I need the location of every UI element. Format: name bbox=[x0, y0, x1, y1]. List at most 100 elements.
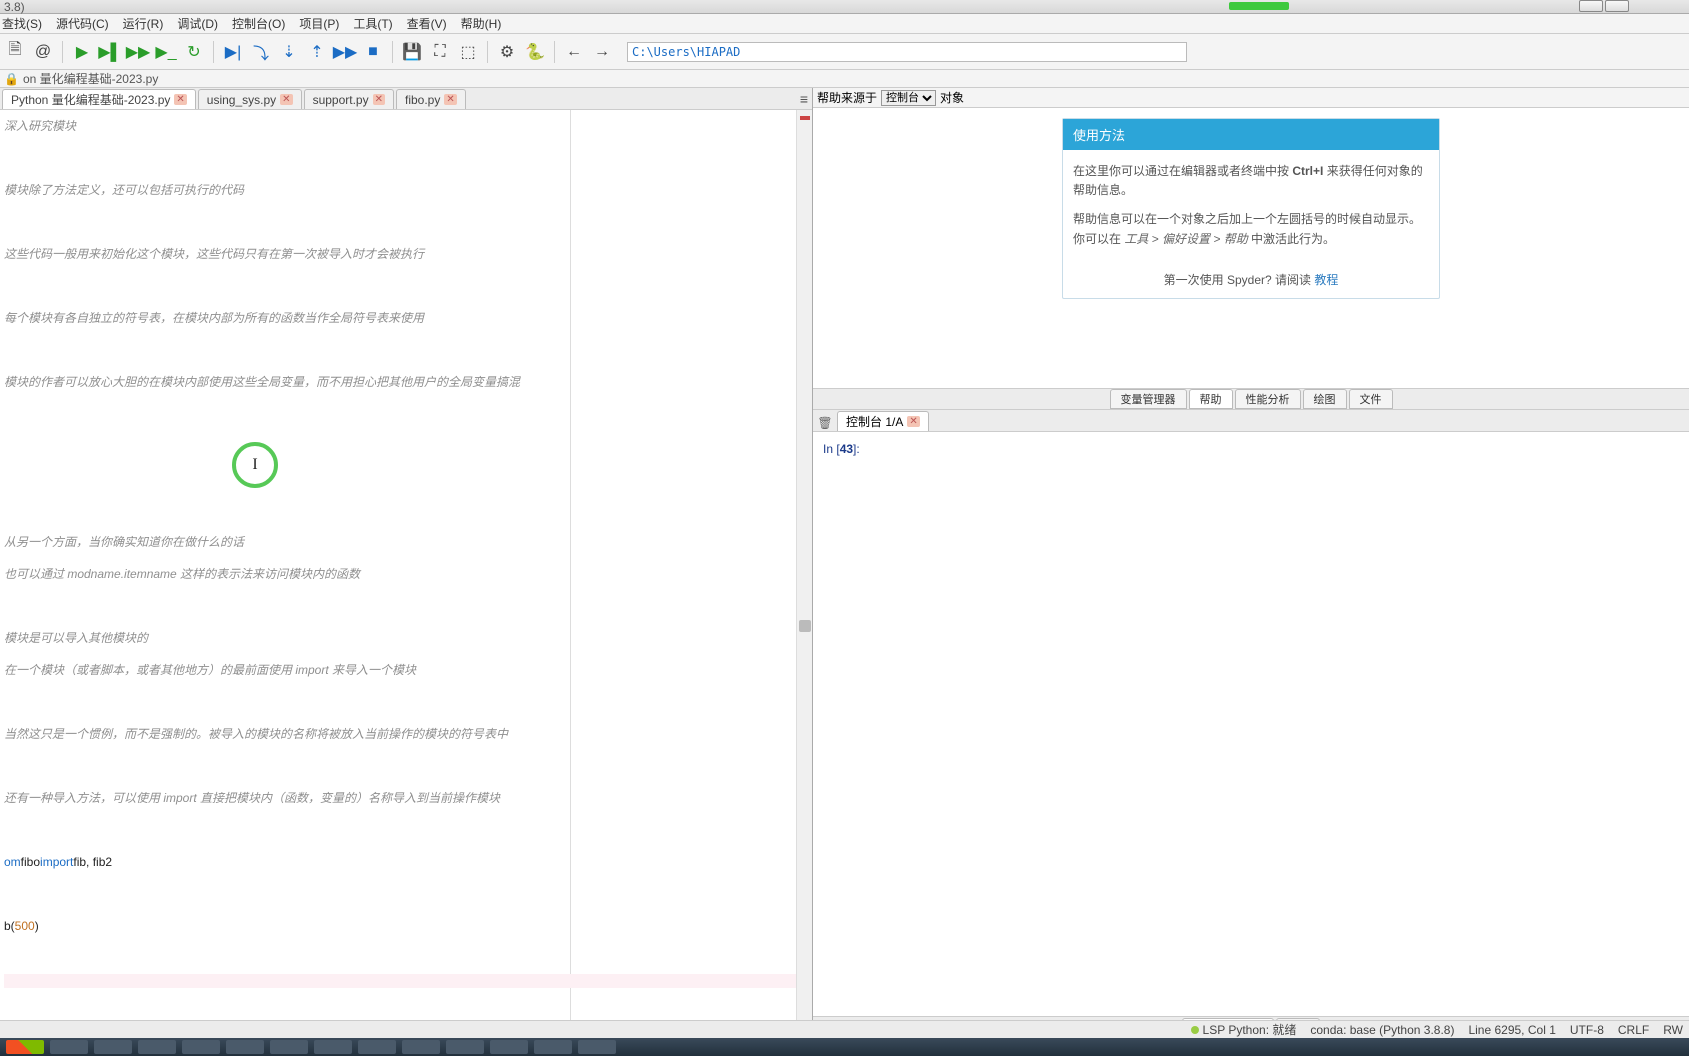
help-pane-tab[interactable]: 文件 bbox=[1349, 389, 1393, 409]
taskbar-item[interactable] bbox=[534, 1040, 572, 1054]
code-line[interactable] bbox=[4, 750, 796, 782]
editor-tab[interactable]: using_sys.py✕ bbox=[198, 89, 302, 109]
menu-item[interactable]: 查看(V) bbox=[407, 15, 447, 32]
code-line[interactable] bbox=[4, 942, 796, 974]
code-line[interactable] bbox=[4, 430, 796, 462]
menu-item[interactable]: 工具(T) bbox=[353, 15, 392, 32]
taskbar-item[interactable] bbox=[94, 1040, 132, 1054]
help-pane-tab[interactable]: 变量管理器 bbox=[1110, 389, 1187, 409]
taskbar-item[interactable] bbox=[402, 1040, 440, 1054]
close-icon[interactable]: ✕ bbox=[444, 94, 456, 105]
code-line[interactable] bbox=[4, 878, 796, 910]
run-selection-button[interactable]: ▶_ bbox=[155, 41, 177, 63]
code-line[interactable]: 每个模块有各自独立的符号表，在模块内部为所有的函数当作全局符号表来使用 bbox=[4, 302, 796, 334]
code-line[interactable] bbox=[4, 814, 796, 846]
code-line[interactable]: 在一个模块（或者脚本，或者其他地方）的最前面使用 import 来导入一个模块 bbox=[4, 654, 796, 686]
close-icon[interactable]: ✕ bbox=[280, 94, 292, 105]
tabs-menu-icon[interactable]: ≡ bbox=[800, 91, 808, 107]
step-into-button[interactable]: ⇣ bbox=[278, 41, 300, 63]
menu-item[interactable]: 帮助(H) bbox=[461, 15, 502, 32]
at-icon[interactable]: @ bbox=[32, 41, 54, 63]
taskbar-item[interactable] bbox=[490, 1040, 528, 1054]
run-cell-advance-button[interactable]: ▶▶ bbox=[127, 41, 149, 63]
console-tab[interactable]: 控制台 1/A ✕ bbox=[837, 411, 929, 431]
code-line[interactable] bbox=[4, 974, 796, 988]
editor-tab[interactable]: support.py✕ bbox=[304, 89, 394, 109]
code-line[interactable]: 深入研究模块 bbox=[4, 110, 796, 142]
code-line[interactable]: 从另一个方面，当你确实知道你在做什么的话 bbox=[4, 526, 796, 558]
code-line[interactable]: 也可以通过 modname.itemname 这样的表示法来访问模块内的函数 bbox=[4, 558, 796, 590]
code-line[interactable] bbox=[4, 988, 796, 1020]
maximize-button[interactable] bbox=[1605, 0, 1629, 12]
editor-tab[interactable]: Python 量化编程基础-2023.py✕ bbox=[2, 89, 196, 109]
code-line[interactable] bbox=[4, 686, 796, 718]
taskbar-item[interactable] bbox=[182, 1040, 220, 1054]
doc-icon[interactable]: 🗎 bbox=[4, 41, 26, 63]
taskbar-item[interactable] bbox=[578, 1040, 616, 1054]
code-line[interactable] bbox=[4, 462, 796, 494]
menu-item[interactable]: 运行(R) bbox=[123, 15, 164, 32]
help-pane-tab[interactable]: 绘图 bbox=[1303, 389, 1347, 409]
rerun-button[interactable]: ↻ bbox=[183, 41, 205, 63]
taskbar-item[interactable] bbox=[270, 1040, 308, 1054]
code-line[interactable] bbox=[4, 398, 796, 430]
forward-button[interactable]: → bbox=[591, 41, 613, 63]
step-button[interactable]: ⤵ bbox=[250, 41, 272, 63]
taskbar-item[interactable] bbox=[138, 1040, 176, 1054]
maximize-pane-button[interactable]: ⛶ bbox=[429, 41, 451, 63]
editor-scrollbar[interactable] bbox=[796, 110, 812, 1038]
code-line[interactable] bbox=[4, 334, 796, 366]
close-icon[interactable]: ✕ bbox=[174, 94, 186, 105]
help-source-select[interactable]: 控制台 bbox=[881, 90, 936, 106]
help-pane-tab[interactable]: 性能分析 bbox=[1235, 389, 1301, 409]
menu-item[interactable]: 源代码(C) bbox=[56, 15, 109, 32]
code-line[interactable] bbox=[4, 270, 796, 302]
scroll-thumb[interactable] bbox=[799, 620, 811, 632]
help-pane-tab[interactable]: 帮助 bbox=[1189, 389, 1233, 409]
taskbar-start[interactable] bbox=[6, 1040, 44, 1054]
stop-debug-button[interactable]: ■ bbox=[362, 41, 384, 63]
tutorial-link[interactable]: 教程 bbox=[1314, 273, 1338, 287]
code-line[interactable]: om fibo import fib, fib2 bbox=[4, 846, 796, 878]
editor-tab[interactable]: fibo.py✕ bbox=[396, 89, 466, 109]
code-line[interactable]: 这些代码一般用来初始化这个模块，这些代码只有在第一次被导入时才会被执行 bbox=[4, 238, 796, 270]
back-button[interactable]: ← bbox=[563, 41, 585, 63]
taskbar-item[interactable] bbox=[314, 1040, 352, 1054]
save-layout-button[interactable]: 💾 bbox=[401, 41, 423, 63]
minimize-button[interactable] bbox=[1579, 0, 1603, 12]
status-conda[interactable]: conda: base (Python 3.8.8) bbox=[1310, 1023, 1454, 1037]
code-line[interactable]: 还有一种导入方法，可以使用 import 直接把模块内（函数，变量的）名称导入到… bbox=[4, 782, 796, 814]
code-editor[interactable]: 深入研究模块模块除了方法定义，还可以包括可执行的代码这些代码一般用来初始化这个模… bbox=[0, 110, 812, 1038]
code-line[interactable]: b(500) bbox=[4, 910, 796, 942]
code-line[interactable]: 当然这只是一个惯例，而不是强制的。被导入的模块的名称将被放入当前操作的模块的符号… bbox=[4, 718, 796, 750]
taskbar-item[interactable] bbox=[50, 1040, 88, 1054]
close-icon[interactable]: ✕ bbox=[907, 416, 919, 427]
python-path-button[interactable]: 🐍 bbox=[524, 41, 546, 63]
code-line[interactable] bbox=[4, 206, 796, 238]
working-dir-input[interactable] bbox=[627, 42, 1187, 62]
code-line[interactable]: 模块的作者可以放心大胆的在模块内部使用这些全局变量，而不用担心把其他用户的全局变… bbox=[4, 366, 796, 398]
code-line[interactable] bbox=[4, 494, 796, 526]
fullscreen-button[interactable]: ⬚ bbox=[457, 41, 479, 63]
taskbar-item[interactable] bbox=[446, 1040, 484, 1054]
code-line[interactable]: 模块除了方法定义，还可以包括可执行的代码 bbox=[4, 174, 796, 206]
taskbar-item[interactable] bbox=[226, 1040, 264, 1054]
menu-item[interactable]: 控制台(O) bbox=[232, 15, 285, 32]
menu-item[interactable]: 项目(P) bbox=[299, 15, 339, 32]
debug-button[interactable]: ▶| bbox=[222, 41, 244, 63]
preferences-button[interactable]: ⚙ bbox=[496, 41, 518, 63]
run-button[interactable]: ▶ bbox=[71, 41, 93, 63]
close-icon[interactable]: ✕ bbox=[373, 94, 385, 105]
taskbar-item[interactable] bbox=[358, 1040, 396, 1054]
step-out-button[interactable]: ⇡ bbox=[306, 41, 328, 63]
menu-item[interactable]: 调试(D) bbox=[177, 15, 218, 32]
help-card-footer: 第一次使用 Spyder? 请阅读 教程 bbox=[1063, 271, 1439, 298]
console-close-icon[interactable]: 🗑 bbox=[817, 415, 833, 431]
run-cell-button[interactable]: ▶▌ bbox=[99, 41, 121, 63]
ipython-console[interactable]: In [43]: bbox=[813, 432, 1689, 1016]
code-line[interactable] bbox=[4, 590, 796, 622]
code-line[interactable]: 模块是可以导入其他模块的 bbox=[4, 622, 796, 654]
continue-button[interactable]: ▶▶ bbox=[334, 41, 356, 63]
code-line[interactable] bbox=[4, 142, 796, 174]
menu-item[interactable]: 查找(S) bbox=[2, 15, 42, 32]
